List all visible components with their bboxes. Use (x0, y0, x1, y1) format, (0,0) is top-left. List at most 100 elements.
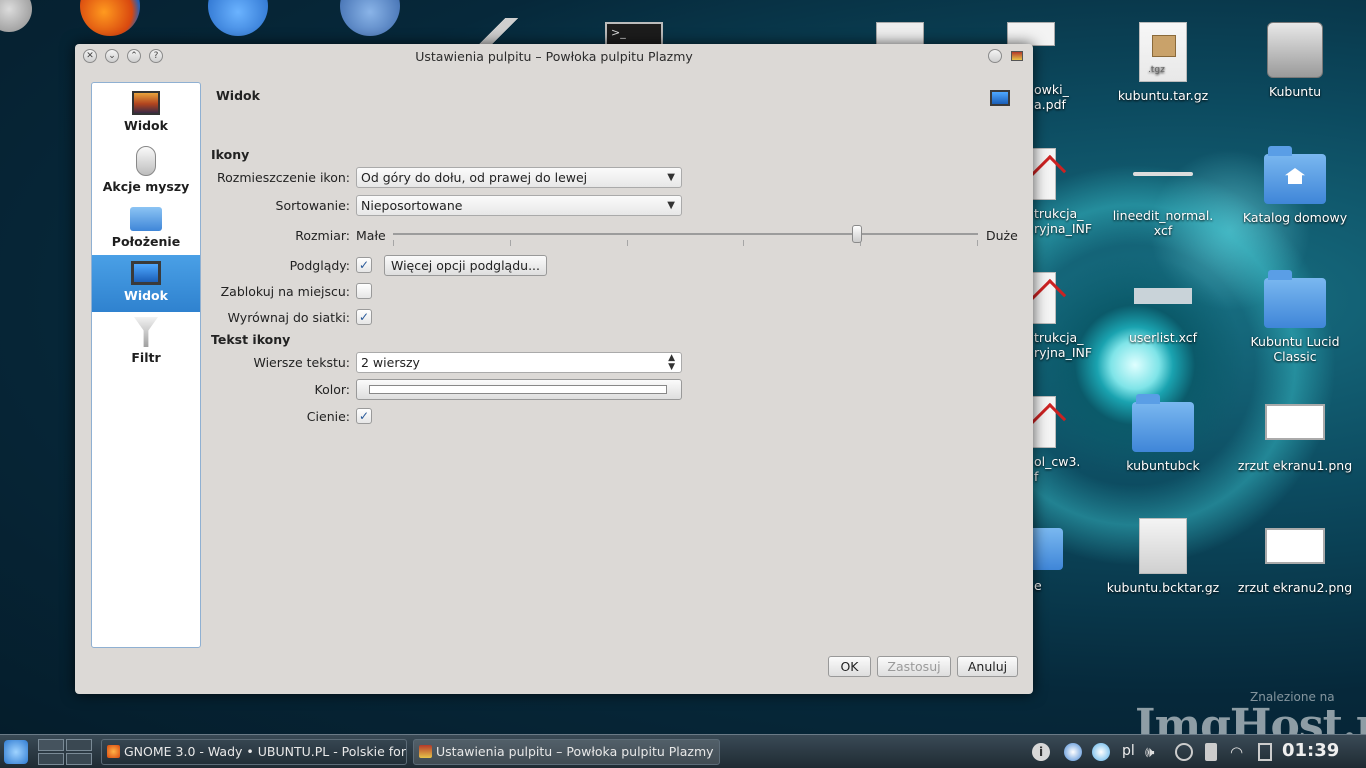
size-slider-track (393, 233, 978, 235)
pager-desktop-4[interactable] (66, 753, 92, 765)
more-preview-options-button[interactable]: Więcej opcji podglądu... (384, 255, 547, 276)
partial-pdf-icon[interactable] (1030, 272, 1056, 324)
hard-drive-icon (1267, 22, 1323, 78)
cashew-icon[interactable] (0, 0, 32, 32)
archive-file-icon: .tgz (1139, 22, 1187, 82)
keep-above-button[interactable] (988, 49, 1002, 63)
partial-desktop-label: ol_cw3. f (1034, 454, 1081, 484)
section-icon-text-heading: Tekst ikony (211, 332, 291, 347)
partial-folder-icon[interactable] (1033, 528, 1063, 570)
window-app-icon (1011, 51, 1023, 61)
desktop-icon-kubuntubck[interactable]: kubuntubck (1098, 394, 1228, 473)
pager-desktop-2[interactable] (66, 739, 92, 751)
partial-pdf-icon[interactable] (1030, 148, 1056, 200)
chat-icon[interactable] (1092, 743, 1110, 761)
chevron-down-icon: ▼ (667, 172, 675, 183)
sidebar-item-wallpaper[interactable]: Widok (92, 87, 200, 144)
desktop-icon-lucid-classic[interactable]: Kubuntu Lucid Classic (1230, 270, 1360, 364)
desktop-icon-userlist[interactable]: userlist.xcf (1098, 288, 1228, 345)
file-badge: .tgz (1148, 65, 1165, 75)
size-label: Rozmiar: (295, 228, 350, 243)
thunderbird-launcher-icon[interactable] (208, 0, 268, 36)
chromium-launcher-icon[interactable] (340, 0, 400, 36)
sidebar-item-label: Widok (124, 118, 168, 133)
battery-icon[interactable] (1258, 743, 1272, 761)
info-icon[interactable]: i (1032, 743, 1050, 761)
desktop-icon-home-folder[interactable]: Katalog domowy (1230, 146, 1360, 225)
color-picker-button[interactable] (356, 379, 682, 400)
text-lines-spinbox[interactable]: 2 wierszy ▲ ▼ (356, 352, 682, 373)
size-max-label: Duże (986, 228, 1018, 243)
slider-tick (627, 240, 628, 246)
text-lines-label: Wiersze tekstu: (253, 355, 350, 370)
page-header: Widok (216, 88, 260, 103)
apply-button[interactable]: Zastosuj (877, 656, 951, 677)
slider-tick (743, 240, 744, 246)
color-label: Kolor: (314, 382, 350, 397)
desktop-icon-label: zrzut ekranu2.png (1237, 580, 1353, 595)
partial-desktop-label: trukcja_ ryjna_INF (1034, 330, 1093, 360)
tools-launcher-icon[interactable] (470, 18, 530, 46)
lock-in-place-label: Zablokuj na miejscu: (220, 284, 350, 299)
partial-pdf-icon[interactable] (1030, 396, 1056, 448)
xcf-image-icon (1134, 288, 1192, 304)
text-lines-value: 2 wierszy (361, 355, 420, 370)
shadows-label: Cienie: (306, 409, 350, 424)
previews-checkbox[interactable]: ✓ (356, 257, 372, 273)
firefox-icon (107, 745, 120, 758)
align-to-grid-checkbox[interactable]: ✓ (356, 309, 372, 325)
slider-tick (977, 240, 978, 246)
volume-icon[interactable]: 🕪 (1145, 743, 1154, 761)
task-label: Ustawienia pulpitu – Powłoka pulpitu Pla… (436, 744, 714, 759)
desktop-icon-screenshot1[interactable]: zrzut ekranu1.png (1230, 404, 1360, 473)
home-folder-icon (1264, 146, 1326, 204)
cancel-button[interactable]: Anuluj (957, 656, 1018, 677)
partial-file-icon-top[interactable] (876, 22, 924, 46)
desktop-icon-screenshot2[interactable]: zrzut ekranu2.png (1230, 528, 1360, 595)
dialog-title: Ustawienia pulpitu – Powłoka pulpitu Pla… (415, 49, 693, 64)
slider-tick (393, 240, 394, 246)
align-to-grid-label: Wyrównaj do siatki: (227, 310, 350, 325)
desktop-icon-label: Kubuntu (1268, 84, 1322, 99)
arrangement-combo[interactable]: Od góry do dołu, od prawej do lewej ▼ (356, 167, 682, 188)
previews-label: Podglądy: (289, 258, 350, 273)
terminal-launcher-icon[interactable]: >_ (605, 22, 663, 46)
ok-button[interactable]: OK (828, 656, 871, 677)
image-file-icon (1265, 528, 1325, 564)
pager[interactable] (38, 739, 94, 765)
update-notifier-icon[interactable] (1064, 743, 1082, 761)
sorting-label: Sortowanie: (275, 198, 350, 213)
lock-in-place-checkbox[interactable] (356, 283, 372, 299)
sorting-value: Nieposortowane (361, 198, 463, 213)
firefox-launcher-icon[interactable] (80, 0, 140, 36)
size-slider-handle[interactable] (852, 225, 862, 243)
task-desktop-settings[interactable]: Ustawienia pulpitu – Powłoka pulpitu Pla… (413, 739, 720, 765)
dialog-titlebar[interactable]: ✕ ⌄ ⌃ ? Ustawienia pulpitu – Powłoka pul… (75, 44, 1033, 68)
desktop-icon-kubuntu-drive[interactable]: Kubuntu (1230, 22, 1360, 99)
partial-pdf-icon-top[interactable] (1007, 22, 1055, 46)
network-icon[interactable] (1175, 743, 1193, 761)
clock[interactable]: 01:39 (1282, 740, 1339, 761)
desktop-icon-label: lineedit_normal. xcf (1112, 208, 1214, 238)
wifi-icon[interactable]: ◠ (1230, 743, 1243, 761)
pager-desktop-1[interactable] (38, 739, 64, 751)
keyboard-layout-indicator[interactable]: pl (1122, 743, 1135, 759)
chevron-down-icon: ▼ (667, 200, 675, 211)
size-slider[interactable] (393, 224, 978, 250)
spin-arrows-icon[interactable]: ▲ ▼ (668, 354, 675, 372)
desktop-settings-icon (419, 745, 432, 758)
clipboard-icon[interactable] (1205, 743, 1217, 761)
shadows-checkbox[interactable]: ✓ (356, 408, 372, 424)
task-label: GNOME 3.0 - Wady • UBUNTU.PL - Polskie f… (124, 744, 407, 759)
desktop-icon-label: zrzut ekranu1.png (1237, 458, 1353, 473)
pager-desktop-3[interactable] (38, 753, 64, 765)
desktop-icon-kubuntu-tar[interactable]: .tgz kubuntu.tar.gz (1098, 22, 1228, 103)
desktop-icon-label: kubuntu.bcktar.gz (1106, 580, 1220, 595)
sorting-combo[interactable]: Nieposortowane ▼ (356, 195, 682, 216)
partial-desktop-label: owki_ a.pdf (1034, 82, 1069, 112)
task-firefox[interactable]: GNOME 3.0 - Wady • UBUNTU.PL - Polskie f… (101, 739, 407, 765)
desktop-icon-lineedit[interactable]: lineedit_normal. xcf (1098, 172, 1228, 238)
kde-menu-icon[interactable] (4, 740, 28, 764)
desktop-icon-bcktar[interactable]: kubuntu.bcktar.gz (1098, 518, 1228, 595)
taskbar: GNOME 3.0 - Wady • UBUNTU.PL - Polskie f… (0, 734, 1366, 768)
